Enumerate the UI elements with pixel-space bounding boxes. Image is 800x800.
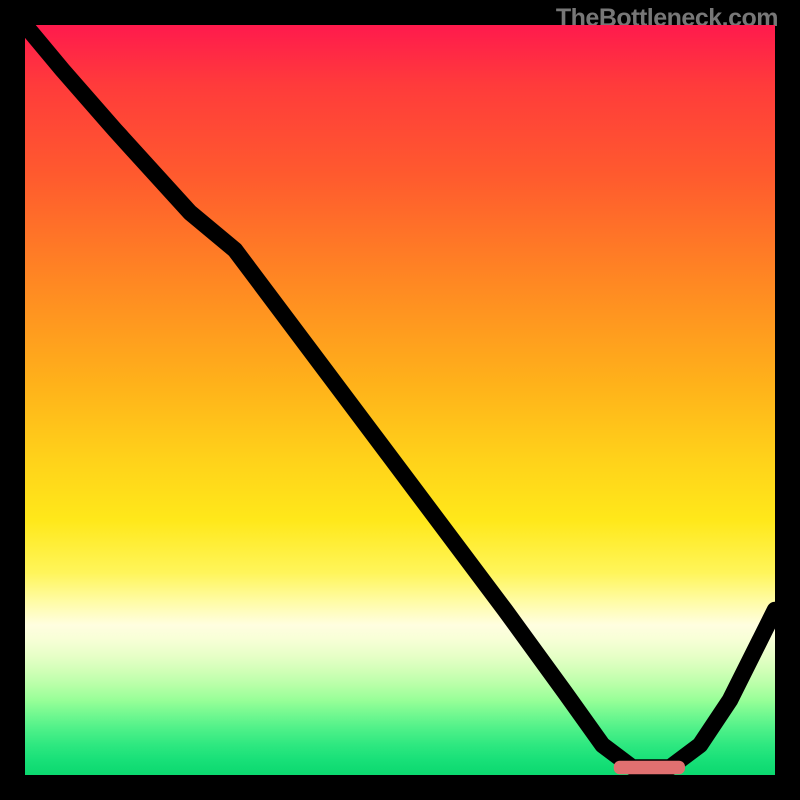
chart-overlay <box>25 25 775 775</box>
bottleneck-curve <box>25 25 775 768</box>
optimal-range-marker <box>614 761 685 775</box>
plot-area <box>25 25 775 775</box>
chart-container: TheBottleneck.com <box>0 0 800 800</box>
